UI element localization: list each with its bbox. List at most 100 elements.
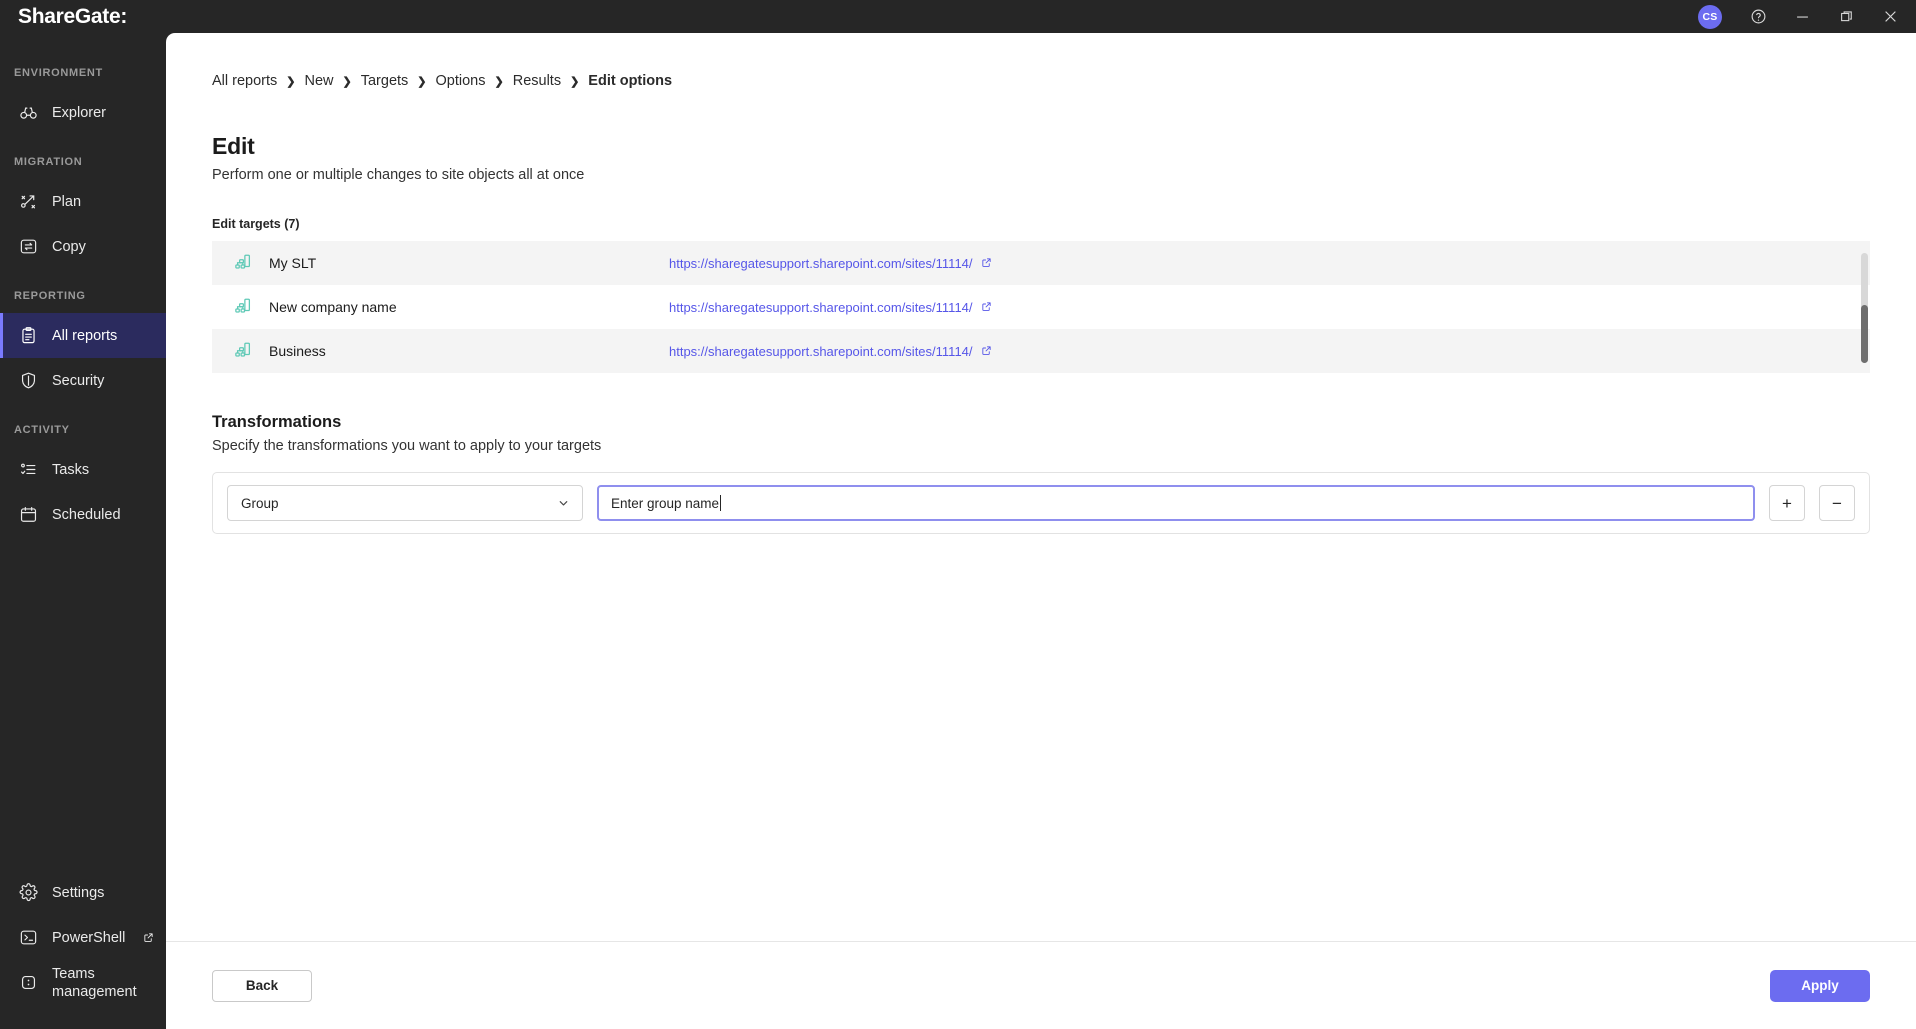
sidebar-item-label: Copy: [52, 238, 86, 255]
title-bar: ShareGate: CS: [0, 0, 1916, 33]
breadcrumb-item-targets[interactable]: Targets: [361, 73, 409, 89]
clipboard-icon: [18, 326, 38, 346]
help-icon[interactable]: [1736, 0, 1780, 33]
binoculars-icon: [18, 103, 38, 123]
target-name: My SLT: [269, 255, 317, 271]
page-subtitle: Perform one or multiple changes to site …: [212, 167, 585, 183]
sidebar-section-reporting: REPORTING: [14, 290, 86, 302]
transformations-subtitle: Specify the transformations you want to …: [212, 438, 602, 454]
table-row[interactable]: My SLT https://sharegatesupport.sharepoi…: [212, 241, 1870, 285]
target-url-link[interactable]: https://sharegatesupport.sharepoint.com/…: [669, 300, 992, 315]
sidebar-item-settings[interactable]: Settings: [0, 870, 166, 915]
target-name: Business: [269, 343, 326, 359]
sidebar-nav: ENVIRONMENT Explorer MIGRATION Plan Copy…: [0, 33, 166, 537]
text-caret: [720, 495, 722, 511]
terminal-icon: [18, 928, 38, 948]
target-url-link[interactable]: https://sharegatesupport.sharepoint.com/…: [669, 344, 992, 359]
gear-icon: [18, 883, 38, 903]
edit-targets-label: Edit targets (7): [212, 217, 300, 231]
external-link-icon: [981, 344, 992, 359]
sidebar-section-migration: MIGRATION: [14, 156, 83, 168]
table-row[interactable]: New company name https://sharegatesuppor…: [212, 285, 1870, 329]
target-url-text: https://sharegatesupport.sharepoint.com/…: [669, 255, 973, 271]
targets-scrollbar[interactable]: [1861, 253, 1868, 363]
window-controls: CS: [1698, 0, 1916, 33]
sidebar-item-copy[interactable]: Copy: [0, 224, 166, 269]
breadcrumb-separator: ❯: [417, 75, 427, 88]
plan-icon: [18, 192, 38, 212]
maximize-button[interactable]: [1824, 0, 1868, 33]
brand-name: ShareGate: [18, 4, 121, 28]
external-link-icon: [981, 300, 992, 315]
edit-targets-section: My SLT https://sharegatesupport.sharepoi…: [212, 241, 1870, 373]
transformation-property-value: Group: [241, 495, 279, 511]
targets-scrollbar-thumb[interactable]: [1861, 305, 1868, 363]
external-link-icon: [143, 932, 154, 943]
brand-suffix: :: [120, 4, 128, 28]
transformation-value-input[interactable]: Enter group name: [597, 485, 1755, 521]
external-link-icon: [981, 256, 992, 271]
sidebar-item-label: Scheduled: [52, 506, 121, 523]
chevron-down-icon: [557, 497, 570, 510]
avatar[interactable]: CS: [1698, 4, 1722, 29]
sidebar-item-label: Settings: [52, 884, 105, 901]
breadcrumb-item-options[interactable]: Options: [436, 73, 486, 89]
transformation-row: Group Enter group name + −: [212, 472, 1870, 534]
sidebar-item-teams-management[interactable]: Teams management: [0, 960, 166, 1005]
app-window: ShareGate: CS ENVIRONMENT Explorer MIGRA…: [0, 0, 1916, 1029]
main-content: All reports ❯ New ❯ Targets ❯ Options ❯ …: [166, 33, 1916, 1029]
close-button[interactable]: [1868, 0, 1912, 33]
teams-icon: [18, 973, 38, 993]
sidebar-item-label: Plan: [52, 193, 82, 210]
sidebar-item-plan[interactable]: Plan: [0, 179, 166, 224]
page-body: Edit Perform one or multiple changes to …: [166, 89, 1916, 941]
breadcrumb-item-results[interactable]: Results: [513, 73, 561, 89]
edit-targets-list[interactable]: My SLT https://sharegatesupport.sharepoi…: [212, 241, 1870, 373]
target-url-text: https://sharegatesupport.sharepoint.com/…: [669, 343, 973, 359]
breadcrumb-item-all-reports[interactable]: All reports: [212, 73, 277, 89]
sidebar-item-powershell[interactable]: PowerShell: [0, 915, 166, 960]
sidebar-item-label: Teams management: [52, 965, 137, 1000]
calendar-icon: [18, 505, 38, 525]
sidebar-item-label: PowerShell: [52, 929, 126, 946]
sidebar-item-scheduled[interactable]: Scheduled: [0, 492, 166, 537]
target-url-link[interactable]: https://sharegatesupport.sharepoint.com/…: [669, 256, 992, 271]
remove-transformation-button[interactable]: −: [1819, 485, 1855, 521]
copy-icon: [18, 237, 38, 257]
apply-button[interactable]: Apply: [1770, 969, 1870, 1002]
breadcrumb-item-new[interactable]: New: [305, 73, 334, 89]
back-button[interactable]: Back: [212, 969, 312, 1002]
sidebar-section-activity: ACTIVITY: [14, 424, 70, 436]
transformation-value-text: Enter group name: [611, 495, 720, 511]
sidebar-item-security[interactable]: Security: [0, 358, 166, 403]
page-title: Edit: [212, 133, 255, 159]
sidebar-bottom-nav: Settings PowerShell Teams management: [0, 870, 166, 1029]
breadcrumb-item-edit-options: Edit options: [588, 73, 673, 89]
breadcrumb-separator: ❯: [342, 75, 352, 88]
table-row[interactable]: Business https://sharegatesupport.sharep…: [212, 329, 1870, 373]
target-name: New company name: [269, 299, 397, 315]
sidebar-section-environment: ENVIRONMENT: [14, 67, 103, 79]
breadcrumb-separator: ❯: [570, 75, 580, 88]
breadcrumb: All reports ❯ New ❯ Targets ❯ Options ❯ …: [166, 33, 1916, 89]
site-icon: [234, 341, 254, 361]
tasks-icon: [18, 460, 38, 480]
sidebar-item-tasks[interactable]: Tasks: [0, 447, 166, 492]
shield-icon: [18, 371, 38, 391]
breadcrumb-separator: ❯: [494, 75, 504, 88]
sidebar: ENVIRONMENT Explorer MIGRATION Plan Copy…: [0, 0, 166, 1029]
sidebar-item-label: Security: [52, 372, 105, 389]
sidebar-item-label: Explorer: [52, 104, 106, 121]
site-icon: [234, 253, 254, 273]
sidebar-item-label: All reports: [52, 327, 118, 344]
sidebar-item-all-reports[interactable]: All reports: [0, 313, 166, 358]
minimize-button[interactable]: [1780, 0, 1824, 33]
add-transformation-button[interactable]: +: [1769, 485, 1805, 521]
transformation-property-select[interactable]: Group: [227, 485, 583, 521]
app-logo: ShareGate:: [18, 0, 127, 33]
transformations-title: Transformations: [212, 413, 342, 431]
footer-bar: Back Apply: [166, 941, 1916, 1029]
sidebar-item-label: Tasks: [52, 461, 90, 478]
site-icon: [234, 297, 254, 317]
sidebar-item-explorer[interactable]: Explorer: [0, 90, 166, 135]
